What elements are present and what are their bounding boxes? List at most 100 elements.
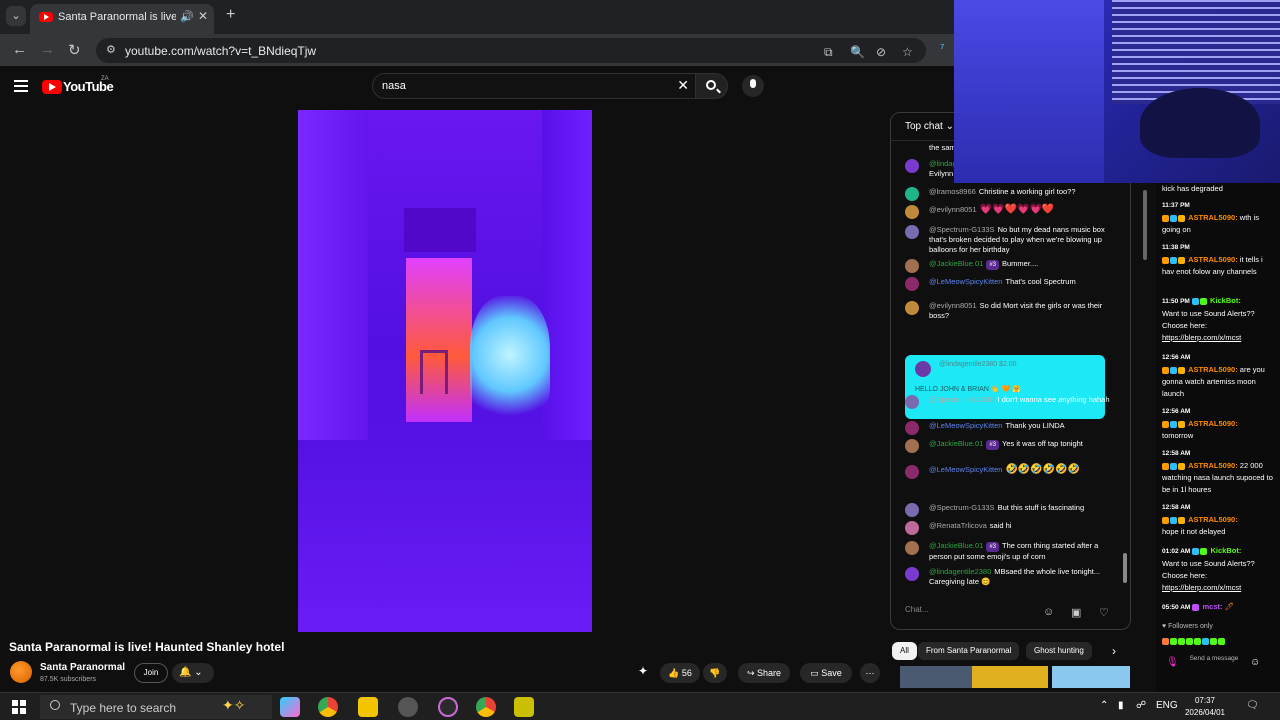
chat-author[interactable]: @JackieBlue.01 (929, 259, 983, 268)
file-explorer-icon[interactable] (358, 697, 378, 717)
share-button[interactable]: ↪ Share (738, 663, 790, 683)
kick-author[interactable]: ASTRAL5090: (1188, 515, 1238, 524)
notification-bell-button[interactable]: 🔔 ⌄ (172, 663, 214, 683)
save-button[interactable]: ▭ Save (800, 663, 852, 683)
new-tab-button[interactable]: + (226, 6, 235, 24)
chip-all[interactable]: All (892, 642, 917, 660)
voice-search-mic-icon[interactable] (742, 75, 764, 97)
copilot-app-icon[interactable] (280, 697, 300, 717)
chat-author[interactable]: @Spectrum-G133S (929, 503, 995, 512)
chat-author[interactable]: @evilynn8051 (929, 301, 977, 310)
browser-tab[interactable]: Santa Paranormal is live! Haunted 🔊 ✕ (30, 4, 214, 34)
eye-off-icon[interactable]: ⊘ (876, 45, 886, 59)
emoji-icon[interactable]: ☺ (1043, 606, 1054, 618)
chips-next-icon[interactable]: › (1112, 644, 1116, 658)
chat-author[interactable]: @RenataTrlicova (929, 521, 987, 530)
join-button[interactable]: Join (134, 663, 168, 683)
kick-author[interactable]: mcst: (1203, 602, 1223, 611)
kick-author[interactable]: KickBot: (1211, 546, 1242, 555)
top-chat-dropdown[interactable]: Top chat ⌄ (905, 121, 954, 132)
chat-author[interactable]: @lindagentile2380 (929, 567, 991, 576)
emote-icon[interactable] (1210, 637, 1217, 645)
emote-icon[interactable] (1218, 637, 1225, 645)
chat-input[interactable]: Chat... (905, 605, 1049, 621)
emote-icon[interactable] (1162, 637, 1169, 645)
chat-author[interactable]: @lramos8966 (929, 187, 976, 196)
chat-author[interactable]: @Spectrum-G133S (929, 395, 995, 404)
chip-from-channel[interactable]: From Santa Paranormal (918, 642, 1020, 660)
back-button[interactable]: ← (12, 41, 27, 58)
like-button[interactable]: 👍 56 (660, 663, 700, 683)
chat-author[interactable]: @JackieBlue.01 (929, 541, 983, 550)
minecraft-app-icon[interactable] (514, 697, 534, 717)
emoji-picker-icon[interactable]: ☺ (1250, 657, 1260, 668)
emote-bar[interactable] (1162, 635, 1274, 647)
kick-link[interactable]: https://blerp.com/x/mcst (1162, 583, 1241, 592)
kick-author[interactable]: KickBot: (1210, 296, 1241, 305)
chip-ghost-hunting[interactable]: Ghost hunting (1026, 642, 1092, 660)
hamburger-menu-icon[interactable] (14, 80, 28, 95)
forward-button[interactable]: → (40, 41, 55, 58)
emote-icon[interactable] (1170, 637, 1177, 645)
chat-author[interactable]: @LeMeowSpicyKitten (929, 421, 1002, 430)
search-highlight-icon[interactable]: ✦✧ (222, 697, 245, 714)
chat-author[interactable]: @LeMeowSpicyKitten (929, 465, 1002, 474)
install-app-icon[interactable]: ⧉ (824, 45, 833, 60)
site-info-icon[interactable]: ⚙ (106, 43, 116, 56)
send-message-input[interactable]: Send a message (1184, 655, 1244, 663)
chat-author[interactable]: @Spectrum-G133S (929, 225, 995, 234)
kick-author[interactable]: ASTRAL5090: (1188, 213, 1238, 222)
video-player[interactable] (298, 110, 592, 632)
more-actions-icon[interactable]: ⋯ (860, 663, 880, 683)
kick-author[interactable]: ASTRAL5090: (1188, 255, 1238, 264)
language-indicator[interactable]: ENG (1156, 700, 1178, 711)
kick-link[interactable]: https://blerp.com/x/mcst (1162, 333, 1241, 342)
search-query[interactable]: nasa (382, 80, 406, 92)
ask-ai-icon[interactable]: ✦ (638, 664, 648, 678)
taskbar-search[interactable]: Type here to search ✦✧ (40, 695, 272, 719)
search-input[interactable]: nasa ✕ (372, 73, 696, 99)
vpn-app-icon[interactable] (438, 697, 458, 717)
close-tab-icon[interactable]: ✕ (198, 9, 208, 23)
kick-author[interactable]: ASTRAL5090: (1188, 461, 1238, 470)
emote-icon[interactable] (1194, 637, 1201, 645)
chat-author[interactable]: @JackieBlue.01 (929, 439, 983, 448)
emote-icon[interactable] (1186, 637, 1193, 645)
network-icon[interactable]: ☍ (1136, 700, 1146, 711)
emote-icon[interactable] (1178, 637, 1185, 645)
obs-app-icon[interactable] (398, 697, 418, 717)
youtube-logo-icon[interactable] (42, 80, 62, 94)
url-text[interactable]: youtube.com/watch?v=t_BNdieqTjw (125, 44, 316, 58)
channel-avatar[interactable] (10, 661, 32, 683)
reload-button[interactable]: ↻ (68, 41, 81, 59)
mic-icon[interactable]: 🎙 (1166, 657, 1179, 668)
chat-scrollbar[interactable] (1123, 553, 1127, 583)
clear-search-icon[interactable]: ✕ (677, 77, 689, 94)
tray-app-icon[interactable]: ▮ (1118, 700, 1124, 711)
bookmark-star-icon[interactable]: ☆ (902, 45, 913, 59)
tray-overflow-icon[interactable]: ⌃ (1100, 700, 1108, 711)
tab-search-button[interactable]: ⌄ (6, 6, 26, 26)
related-thumbnail[interactable] (1052, 666, 1130, 688)
kick-scrollbar[interactable] (1143, 190, 1147, 260)
extension-icon[interactable]: ⁷ (940, 41, 944, 55)
search-button[interactable] (696, 73, 728, 99)
chat-author[interactable]: @evilynn8051 (929, 205, 977, 214)
chrome-app-icon-2[interactable] (476, 697, 496, 717)
zoom-icon[interactable]: 🔍 (850, 45, 865, 59)
chat-author[interactable]: @LeMeowSpicyKitten (929, 277, 1002, 286)
taskbar-clock[interactable]: 07:37 2026/04/01 (1180, 695, 1230, 719)
audio-playing-icon[interactable]: 🔊 (180, 10, 194, 23)
notification-icon[interactable]: 🗨 (1246, 700, 1259, 711)
windows-start-icon[interactable] (12, 700, 26, 714)
kick-author[interactable]: ASTRAL5090: (1188, 365, 1238, 374)
emote-icon[interactable] (1202, 637, 1209, 645)
heart-icon[interactable]: ♡ (1099, 606, 1109, 619)
super-chat-message[interactable]: @lindagentile2380 $2.00 HELLO JOHN & BRI… (905, 355, 1105, 419)
kick-author[interactable]: ASTRAL5090: (1188, 419, 1238, 428)
super-chat-icon[interactable]: ▣ (1071, 606, 1081, 619)
related-thumbnail[interactable] (972, 666, 1048, 688)
dislike-button[interactable]: 👎 (703, 663, 727, 683)
address-bar[interactable]: ⚙ youtube.com/watch?v=t_BNdieqTjw ⧉ 🔍 ⊘ … (96, 38, 926, 63)
chrome-app-icon[interactable] (318, 697, 338, 717)
